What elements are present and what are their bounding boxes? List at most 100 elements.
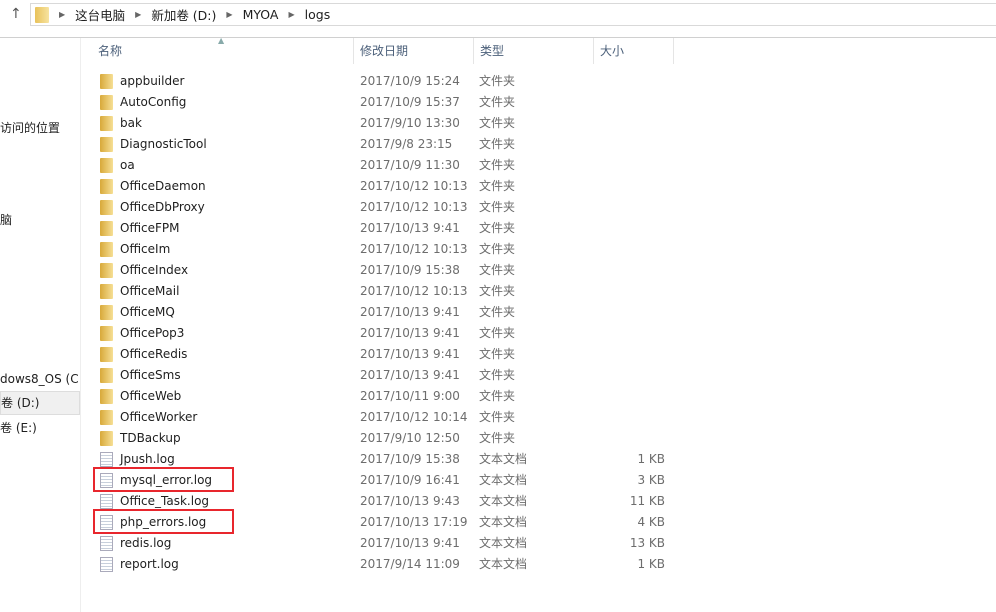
file-row[interactable]: TDBackup 2017/9/10 12:50 文件夹 bbox=[95, 428, 675, 449]
file-size: 11 KB bbox=[629, 494, 665, 508]
file-name: OfficeMail bbox=[120, 284, 180, 298]
file-row[interactable]: appbuilder 2017/10/9 15:24 文件夹 bbox=[95, 71, 675, 92]
file-date: 2017/10/13 9:41 bbox=[360, 368, 460, 382]
file-name: OfficeFPM bbox=[120, 221, 180, 235]
file-date: 2017/10/9 16:41 bbox=[360, 473, 460, 487]
folder-icon bbox=[100, 368, 113, 383]
file-size: 4 KB bbox=[637, 515, 665, 529]
nav-item-this-pc[interactable]: 脑 bbox=[0, 211, 12, 228]
file-type: 文件夹 bbox=[479, 158, 516, 172]
file-type: 文件夹 bbox=[479, 116, 516, 130]
column-header-date[interactable]: 修改日期 bbox=[360, 38, 408, 64]
file-type: 文件夹 bbox=[479, 95, 516, 109]
file-type: 文件夹 bbox=[479, 305, 516, 319]
highlight-box bbox=[93, 509, 234, 534]
chevron-right-icon: ▶ bbox=[226, 10, 233, 19]
folder-icon bbox=[100, 431, 113, 446]
sort-ascending-icon: ▲ bbox=[218, 36, 225, 45]
file-row[interactable]: bak 2017/9/10 13:30 文件夹 bbox=[95, 113, 675, 134]
folder-icon bbox=[100, 137, 113, 152]
file-date: 2017/9/14 11:09 bbox=[360, 557, 460, 571]
file-row[interactable]: AutoConfig 2017/10/9 15:37 文件夹 bbox=[95, 92, 675, 113]
up-arrow-button[interactable]: ↑ bbox=[10, 6, 22, 22]
file-row[interactable]: OfficeMQ 2017/10/13 9:41 文件夹 bbox=[95, 302, 675, 323]
file-size: 1 KB bbox=[637, 452, 665, 466]
file-type: 文件夹 bbox=[479, 242, 516, 256]
file-row[interactable]: OfficePop3 2017/10/13 9:41 文件夹 bbox=[95, 323, 675, 344]
breadcrumb-this-pc[interactable]: 这台电脑 bbox=[75, 5, 125, 24]
chevron-right-icon: ▶ bbox=[59, 10, 66, 19]
file-type: 文件夹 bbox=[479, 221, 516, 235]
file-date: 2017/10/12 10:13 bbox=[360, 242, 468, 256]
column-divider[interactable] bbox=[673, 38, 674, 64]
file-size: 1 KB bbox=[637, 557, 665, 571]
file-row[interactable]: OfficeWeb 2017/10/11 9:00 文件夹 bbox=[95, 386, 675, 407]
folder-icon bbox=[35, 6, 49, 23]
folder-icon bbox=[100, 179, 113, 194]
file-type: 文件夹 bbox=[479, 179, 516, 193]
file-row[interactable]: report.log 2017/9/14 11:09 文本文档 1 KB bbox=[95, 554, 675, 575]
file-date: 2017/10/9 11:30 bbox=[360, 158, 460, 172]
file-row[interactable]: oa 2017/10/9 11:30 文件夹 bbox=[95, 155, 675, 176]
file-type: 文本文档 bbox=[479, 452, 528, 466]
file-row[interactable]: OfficeRedis 2017/10/13 9:41 文件夹 bbox=[95, 344, 675, 365]
file-row[interactable]: OfficeDbProxy 2017/10/12 10:13 文件夹 bbox=[95, 197, 675, 218]
file-row[interactable]: DiagnosticTool 2017/9/8 23:15 文件夹 bbox=[95, 134, 675, 155]
breadcrumb-logs[interactable]: logs bbox=[305, 7, 331, 22]
breadcrumb-drive-d[interactable]: 新加卷 (D:) bbox=[151, 5, 216, 24]
file-row[interactable]: redis.log 2017/10/13 9:41 文本文档 13 KB bbox=[95, 533, 675, 554]
navigation-pane: 访问的位置 脑 dows8_OS (C:) 卷 (D:) 卷 (E:) bbox=[0, 38, 81, 612]
file-date: 2017/10/12 10:13 bbox=[360, 284, 468, 298]
file-row[interactable]: OfficeIndex 2017/10/9 15:38 文件夹 bbox=[95, 260, 675, 281]
file-name: appbuilder bbox=[120, 74, 185, 88]
breadcrumb-myoa[interactable]: MYOA bbox=[243, 7, 279, 22]
file-type: 文件夹 bbox=[479, 263, 516, 277]
file-row[interactable]: OfficeMail 2017/10/12 10:13 文件夹 bbox=[95, 281, 675, 302]
file-name: oa bbox=[120, 158, 135, 172]
file-name: report.log bbox=[120, 557, 179, 571]
file-type: 文本文档 bbox=[479, 515, 528, 529]
file-name: OfficeWorker bbox=[120, 410, 198, 424]
column-header-type[interactable]: 类型 bbox=[480, 38, 504, 64]
file-date: 2017/10/12 10:13 bbox=[360, 179, 468, 193]
folder-icon bbox=[100, 116, 113, 131]
file-row[interactable]: OfficeWorker 2017/10/12 10:14 文件夹 bbox=[95, 407, 675, 428]
file-type: 文本文档 bbox=[479, 473, 528, 487]
file-date: 2017/10/12 10:13 bbox=[360, 200, 468, 214]
text-file-icon bbox=[100, 536, 113, 551]
file-name: redis.log bbox=[120, 536, 172, 550]
folder-icon bbox=[100, 221, 113, 236]
column-header-name[interactable]: 名称 bbox=[98, 38, 122, 64]
file-date: 2017/10/13 9:41 bbox=[360, 326, 460, 340]
text-file-icon bbox=[100, 452, 113, 467]
file-type: 文件夹 bbox=[479, 410, 516, 424]
folder-icon bbox=[100, 95, 113, 110]
column-divider[interactable] bbox=[593, 38, 594, 64]
folder-icon bbox=[100, 200, 113, 215]
folder-icon bbox=[100, 347, 113, 362]
file-type: 文件夹 bbox=[479, 431, 516, 445]
file-type: 文件夹 bbox=[479, 326, 516, 340]
file-row[interactable]: OfficeSms 2017/10/13 9:41 文件夹 bbox=[95, 365, 675, 386]
file-name: DiagnosticTool bbox=[120, 137, 207, 151]
file-row[interactable]: OfficeDaemon 2017/10/12 10:13 文件夹 bbox=[95, 176, 675, 197]
folder-icon bbox=[100, 305, 113, 320]
file-type: 文件夹 bbox=[479, 389, 516, 403]
column-divider[interactable] bbox=[473, 38, 474, 64]
file-name: OfficeSms bbox=[120, 368, 181, 382]
file-date: 2017/10/13 9:41 bbox=[360, 536, 460, 550]
nav-item-drive-e[interactable]: 卷 (E:) bbox=[0, 419, 37, 436]
column-header-size[interactable]: 大小 bbox=[600, 38, 624, 64]
column-divider[interactable] bbox=[353, 38, 354, 64]
nav-item-drive-d[interactable]: 卷 (D:) bbox=[0, 391, 80, 415]
nav-item-recent[interactable]: 访问的位置 bbox=[0, 119, 60, 136]
nav-item-drive-c[interactable]: dows8_OS (C:) bbox=[0, 372, 80, 386]
file-size: 13 KB bbox=[629, 536, 665, 550]
file-date: 2017/10/13 9:41 bbox=[360, 305, 460, 319]
address-bar[interactable]: ▶ 这台电脑 ▶ 新加卷 (D:) ▶ MYOA ▶ logs bbox=[30, 3, 996, 26]
folder-icon bbox=[100, 74, 113, 89]
file-type: 文件夹 bbox=[479, 368, 516, 382]
folder-icon bbox=[100, 158, 113, 173]
file-row[interactable]: OfficeFPM 2017/10/13 9:41 文件夹 bbox=[95, 218, 675, 239]
file-row[interactable]: OfficeIm 2017/10/12 10:13 文件夹 bbox=[95, 239, 675, 260]
